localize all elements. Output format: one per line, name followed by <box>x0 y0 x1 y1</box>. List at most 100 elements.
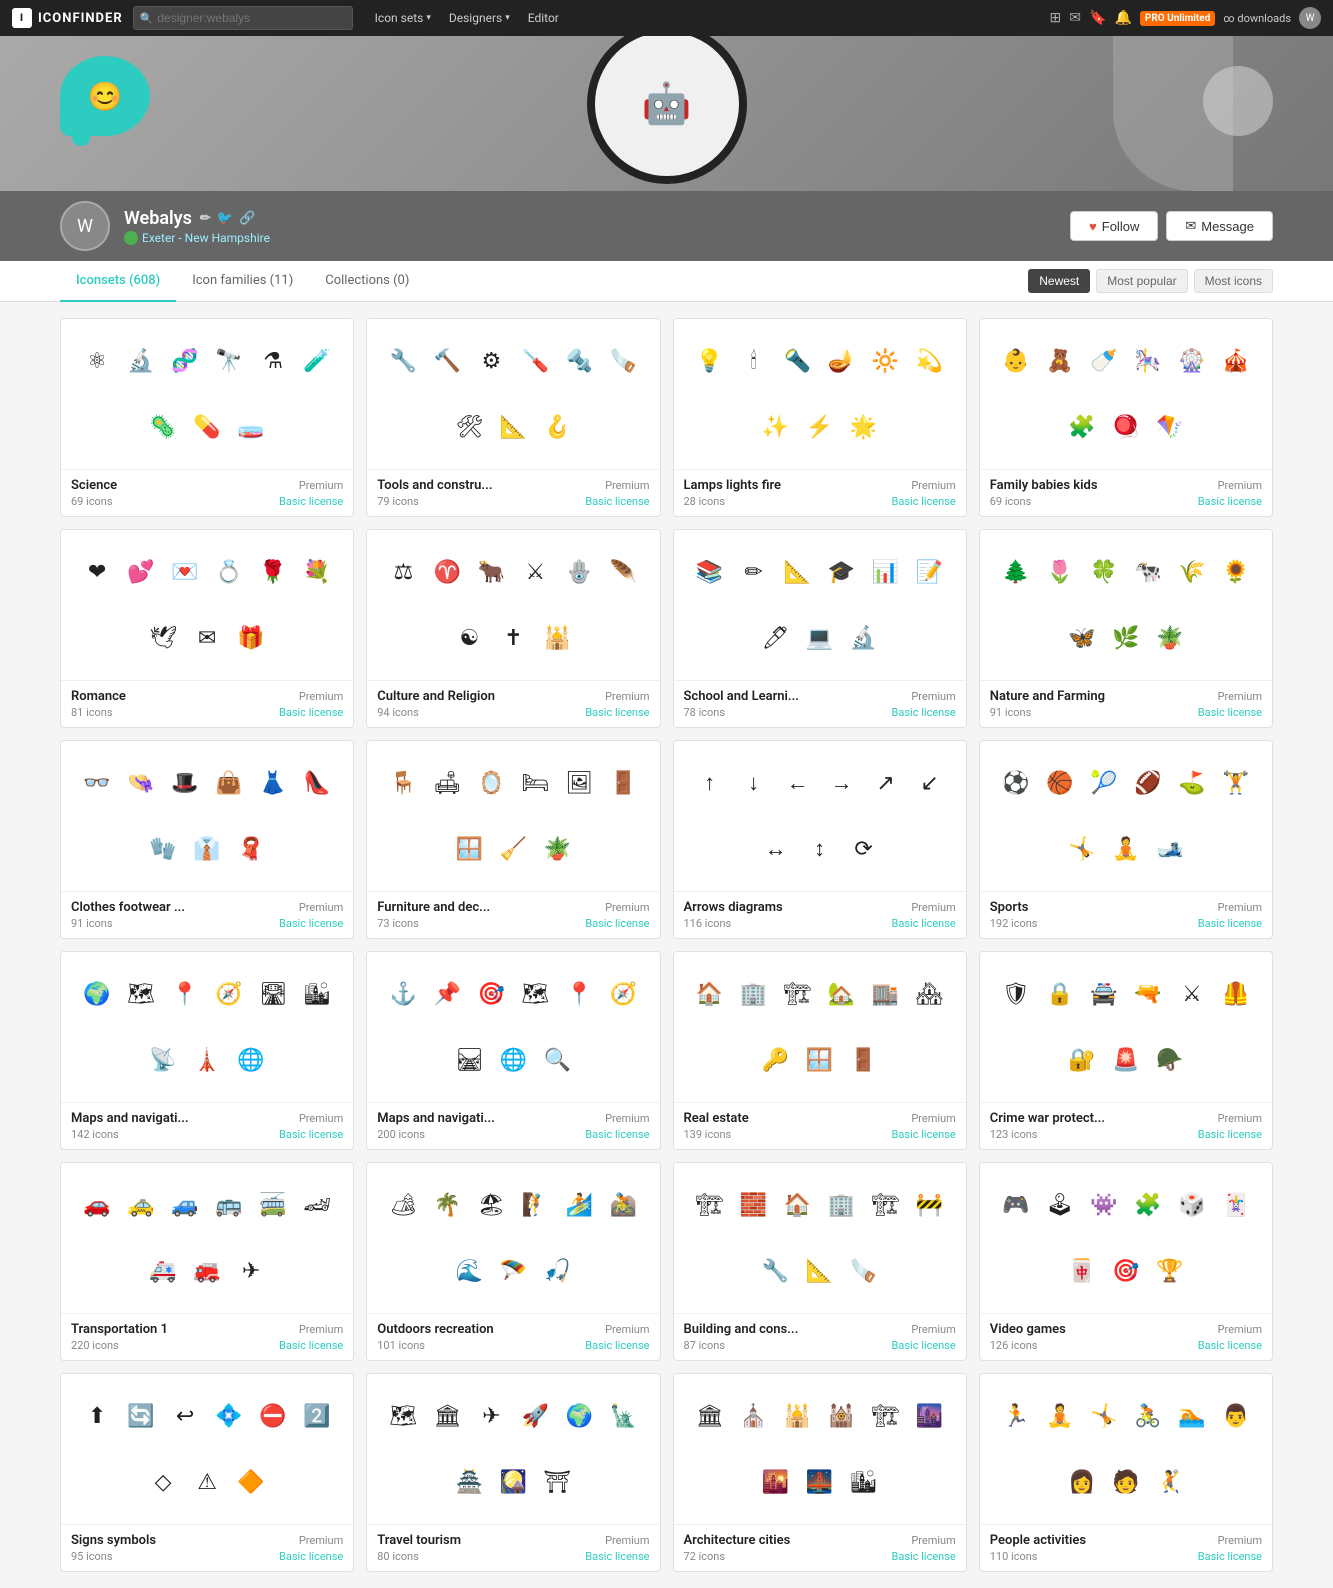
card-premium-label: Premium <box>605 1534 649 1547</box>
nav-editor[interactable]: Editor <box>520 7 567 29</box>
card-title: Maps and navigati... <box>71 1111 189 1126</box>
card-premium-label: Premium <box>299 901 343 914</box>
icon-card[interactable]: ↑↓←→↗↙↔↕⟳ Arrows diagrams Premium 116 ic… <box>673 740 967 939</box>
icon-card[interactable]: ⬆🔄↩💠⛔2️⃣◇⚠🔶 Signs symbols Premium 95 ico… <box>60 1373 354 1572</box>
icon-card[interactable]: 🏠🏢🏗🏡🏬🏘🔑🪟🚪 Real estate Premium 139 icons … <box>673 951 967 1150</box>
preview-icon: 🕌 <box>538 619 576 657</box>
nav-designers[interactable]: Designers ▾ <box>441 7 518 29</box>
card-preview: 💡🕯🔦🪔🔆💫✨⚡🌟 <box>674 319 966 469</box>
tab-collections[interactable]: Collections (0) <box>309 261 425 302</box>
grid-icon[interactable]: ⊞ <box>1050 10 1062 26</box>
card-title: Romance <box>71 689 126 704</box>
icon-card[interactable]: 🚗🚕🚙🚌🚎🏎🚑🚒✈ Transportation 1 Premium 220 i… <box>60 1162 354 1361</box>
preview-icon: 💕 <box>122 553 160 591</box>
preview-icon: ⚽ <box>997 764 1035 802</box>
search-input[interactable] <box>157 11 345 25</box>
card-premium-label: Premium <box>605 479 649 492</box>
sort-most-icons[interactable]: Most icons <box>1194 269 1273 293</box>
profile-location: Exeter - New Hampshire <box>124 231 1056 245</box>
preview-icon: 🔶 <box>232 1463 270 1501</box>
preview-icon: ✈ <box>472 1397 510 1435</box>
icon-card[interactable]: 📚✏📐🎓📊📝🖊💻🔬 School and Learni... Premium 7… <box>673 529 967 728</box>
nav-iconsets[interactable]: Icon sets ▾ <box>367 7 439 29</box>
preview-icon: 🧹 <box>494 830 532 868</box>
card-title: Family babies kids <box>990 478 1098 493</box>
card-footer: Clothes footwear ... Premium 91 icons Ba… <box>61 891 353 938</box>
card-footer: People activities Premium 110 icons Basi… <box>980 1524 1272 1571</box>
tab-icon-families[interactable]: Icon families (11) <box>176 261 309 302</box>
icon-card[interactable]: 🔧🔨⚙🪛🔩🪚🛠📐🪝 Tools and constru... Premium 7… <box>366 318 660 517</box>
card-preview: 🎮🕹👾🧩🎲🃏🀄🎯🏆 <box>980 1163 1272 1313</box>
preview-icon: 👾 <box>1085 1186 1123 1224</box>
brand-logo[interactable]: i ICONFINDER <box>12 8 123 28</box>
icon-card[interactable]: 🎮🕹👾🧩🎲🃏🀄🎯🏆 Video games Premium 126 icons … <box>979 1162 1273 1361</box>
preview-icon: 🏙 <box>298 975 336 1013</box>
preview-icon: 🏯 <box>450 1463 488 1501</box>
card-footer: Outdoors recreation Premium 101 icons Ba… <box>367 1313 659 1360</box>
bookmark-icon[interactable]: 🔖 <box>1089 10 1106 26</box>
profile-banner: 😊 🤖 <box>0 36 1333 191</box>
tab-iconsets[interactable]: Iconsets (608) <box>60 261 176 302</box>
card-premium-label: Premium <box>1218 1112 1262 1125</box>
card-title: Transportation 1 <box>71 1322 168 1337</box>
preview-icon: ⛪ <box>735 1397 773 1435</box>
icon-card[interactable]: 🌲🌷🍀🐄🌾🌻🦋🌿🪴 Nature and Farming Premium 91 … <box>979 529 1273 728</box>
preview-icon: 🎓 <box>823 553 861 591</box>
sort-newest[interactable]: Newest <box>1028 269 1090 293</box>
preview-icon: 👶 <box>997 342 1035 380</box>
icon-card[interactable]: ⚽🏀🎾🏈⛳🏋🤸🧘🎿 Sports Premium 192 icons Basic… <box>979 740 1273 939</box>
preview-icon: 👩 <box>1063 1463 1101 1501</box>
icon-card[interactable]: 🏗🧱🏠🏢🏗🚧🔧📐🪚 Building and cons... Premium 8… <box>673 1162 967 1361</box>
bell-icon[interactable]: 🔔 <box>1114 10 1131 26</box>
card-preview: 👶🧸🍼🎠🎡🎪🧩🪀🪁 <box>980 319 1272 469</box>
search-bar[interactable]: 🔍 <box>133 6 353 30</box>
mail-icon[interactable]: ✉ <box>1069 10 1081 26</box>
card-footer: Nature and Farming Premium 91 icons Basi… <box>980 680 1272 727</box>
card-license: Basic license <box>585 917 649 930</box>
card-title: Travel tourism <box>377 1533 461 1548</box>
preview-icon: 🏗 <box>779 975 817 1013</box>
icon-card[interactable]: 🏃🧘🤸🚴🏊👨👩🧑🤾 People activities Premium 110 … <box>979 1373 1273 1572</box>
edit-icon[interactable]: ✏ <box>200 211 211 226</box>
icon-card[interactable]: 🛡🔒🚔🔫⚔🦺🔐🚨🪖 Crime war protect... Premium 1… <box>979 951 1273 1150</box>
heart-icon: ♥ <box>1089 219 1097 234</box>
message-button[interactable]: ✉ Message <box>1166 211 1273 241</box>
preview-icon: 🌿 <box>1107 619 1145 657</box>
card-title: Signs symbols <box>71 1533 156 1548</box>
preview-icon: 💡 <box>691 342 729 380</box>
icon-card[interactable]: 🏛⛪🕌🕍🏗🌆🌇🌉🏙 Architecture cities Premium 72… <box>673 1373 967 1572</box>
follow-button[interactable]: ♥ Follow <box>1070 211 1158 241</box>
profile-actions: ♥ Follow ✉ Message <box>1070 211 1273 241</box>
card-icon-count: 95 icons <box>71 1550 113 1563</box>
icon-card[interactable]: 🏕🌴🏖🧗🏄🚵🌊🪂🎣 Outdoors recreation Premium 10… <box>366 1162 660 1361</box>
icon-card[interactable]: 🗺🏛✈🚀🌍🗽🏯🎑⛩ Travel tourism Premium 80 icon… <box>366 1373 660 1572</box>
preview-icon: 🛤 <box>450 1041 488 1079</box>
preview-icon: ⚛ <box>78 342 116 380</box>
icon-card[interactable]: 💡🕯🔦🪔🔆💫✨⚡🌟 Lamps lights fire Premium 28 i… <box>673 318 967 517</box>
preview-icon: → <box>823 764 861 802</box>
preview-icon: 🏛 <box>691 1397 729 1435</box>
preview-icon: 🧘 <box>1041 1397 1079 1435</box>
preview-icon: 🎡 <box>1173 342 1211 380</box>
preview-icon: 📐 <box>801 1252 839 1290</box>
message-icon: ✉ <box>1185 218 1196 234</box>
link-icon[interactable]: 🔗 <box>239 211 255 226</box>
sort-popular[interactable]: Most popular <box>1096 269 1187 293</box>
icon-card[interactable]: 🌍🗺📍🧭🛣🏙📡🗼🌐 Maps and navigati... Premium 1… <box>60 951 354 1150</box>
user-avatar[interactable]: W <box>1299 7 1321 29</box>
icon-card[interactable]: 👶🧸🍼🎠🎡🎪🧩🪀🪁 Family babies kids Premium 69 … <box>979 318 1273 517</box>
banner-logo: 😊 <box>60 56 150 136</box>
bubble-logo-icon: 😊 <box>60 56 150 136</box>
icon-card[interactable]: ⚛🔬🧬🔭⚗🧪🦠💊🧫 Science Premium 69 icons Basic… <box>60 318 354 517</box>
card-premium-label: Premium <box>1218 479 1262 492</box>
twitter-icon[interactable]: 🐦 <box>217 211 233 226</box>
card-icon-count: 73 icons <box>377 917 419 930</box>
card-preview: 🏛⛪🕌🕍🏗🌆🌇🌉🏙 <box>674 1374 966 1524</box>
icon-card[interactable]: ⚓📌🎯🗺📍🧭🛤🌐🔍 Maps and navigati... Premium 2… <box>366 951 660 1150</box>
icon-card[interactable]: 🪑🛋🪞🛏🖼🚪🪟🧹🪴 Furniture and dec... Premium 7… <box>366 740 660 939</box>
card-license: Basic license <box>1198 495 1262 508</box>
icon-card[interactable]: ❤💕💌💍🌹💐🕊✉🎁 Romance Premium 81 icons Basic… <box>60 529 354 728</box>
icon-card[interactable]: ⚖♈🐂⚔🪬🪶☯✝🕌 Culture and Religion Premium 9… <box>366 529 660 728</box>
icon-card[interactable]: 👓👒🎩👜👗👠🧤👔🧣 Clothes footwear ... Premium 9… <box>60 740 354 939</box>
preview-icon: 🚕 <box>122 1186 160 1224</box>
